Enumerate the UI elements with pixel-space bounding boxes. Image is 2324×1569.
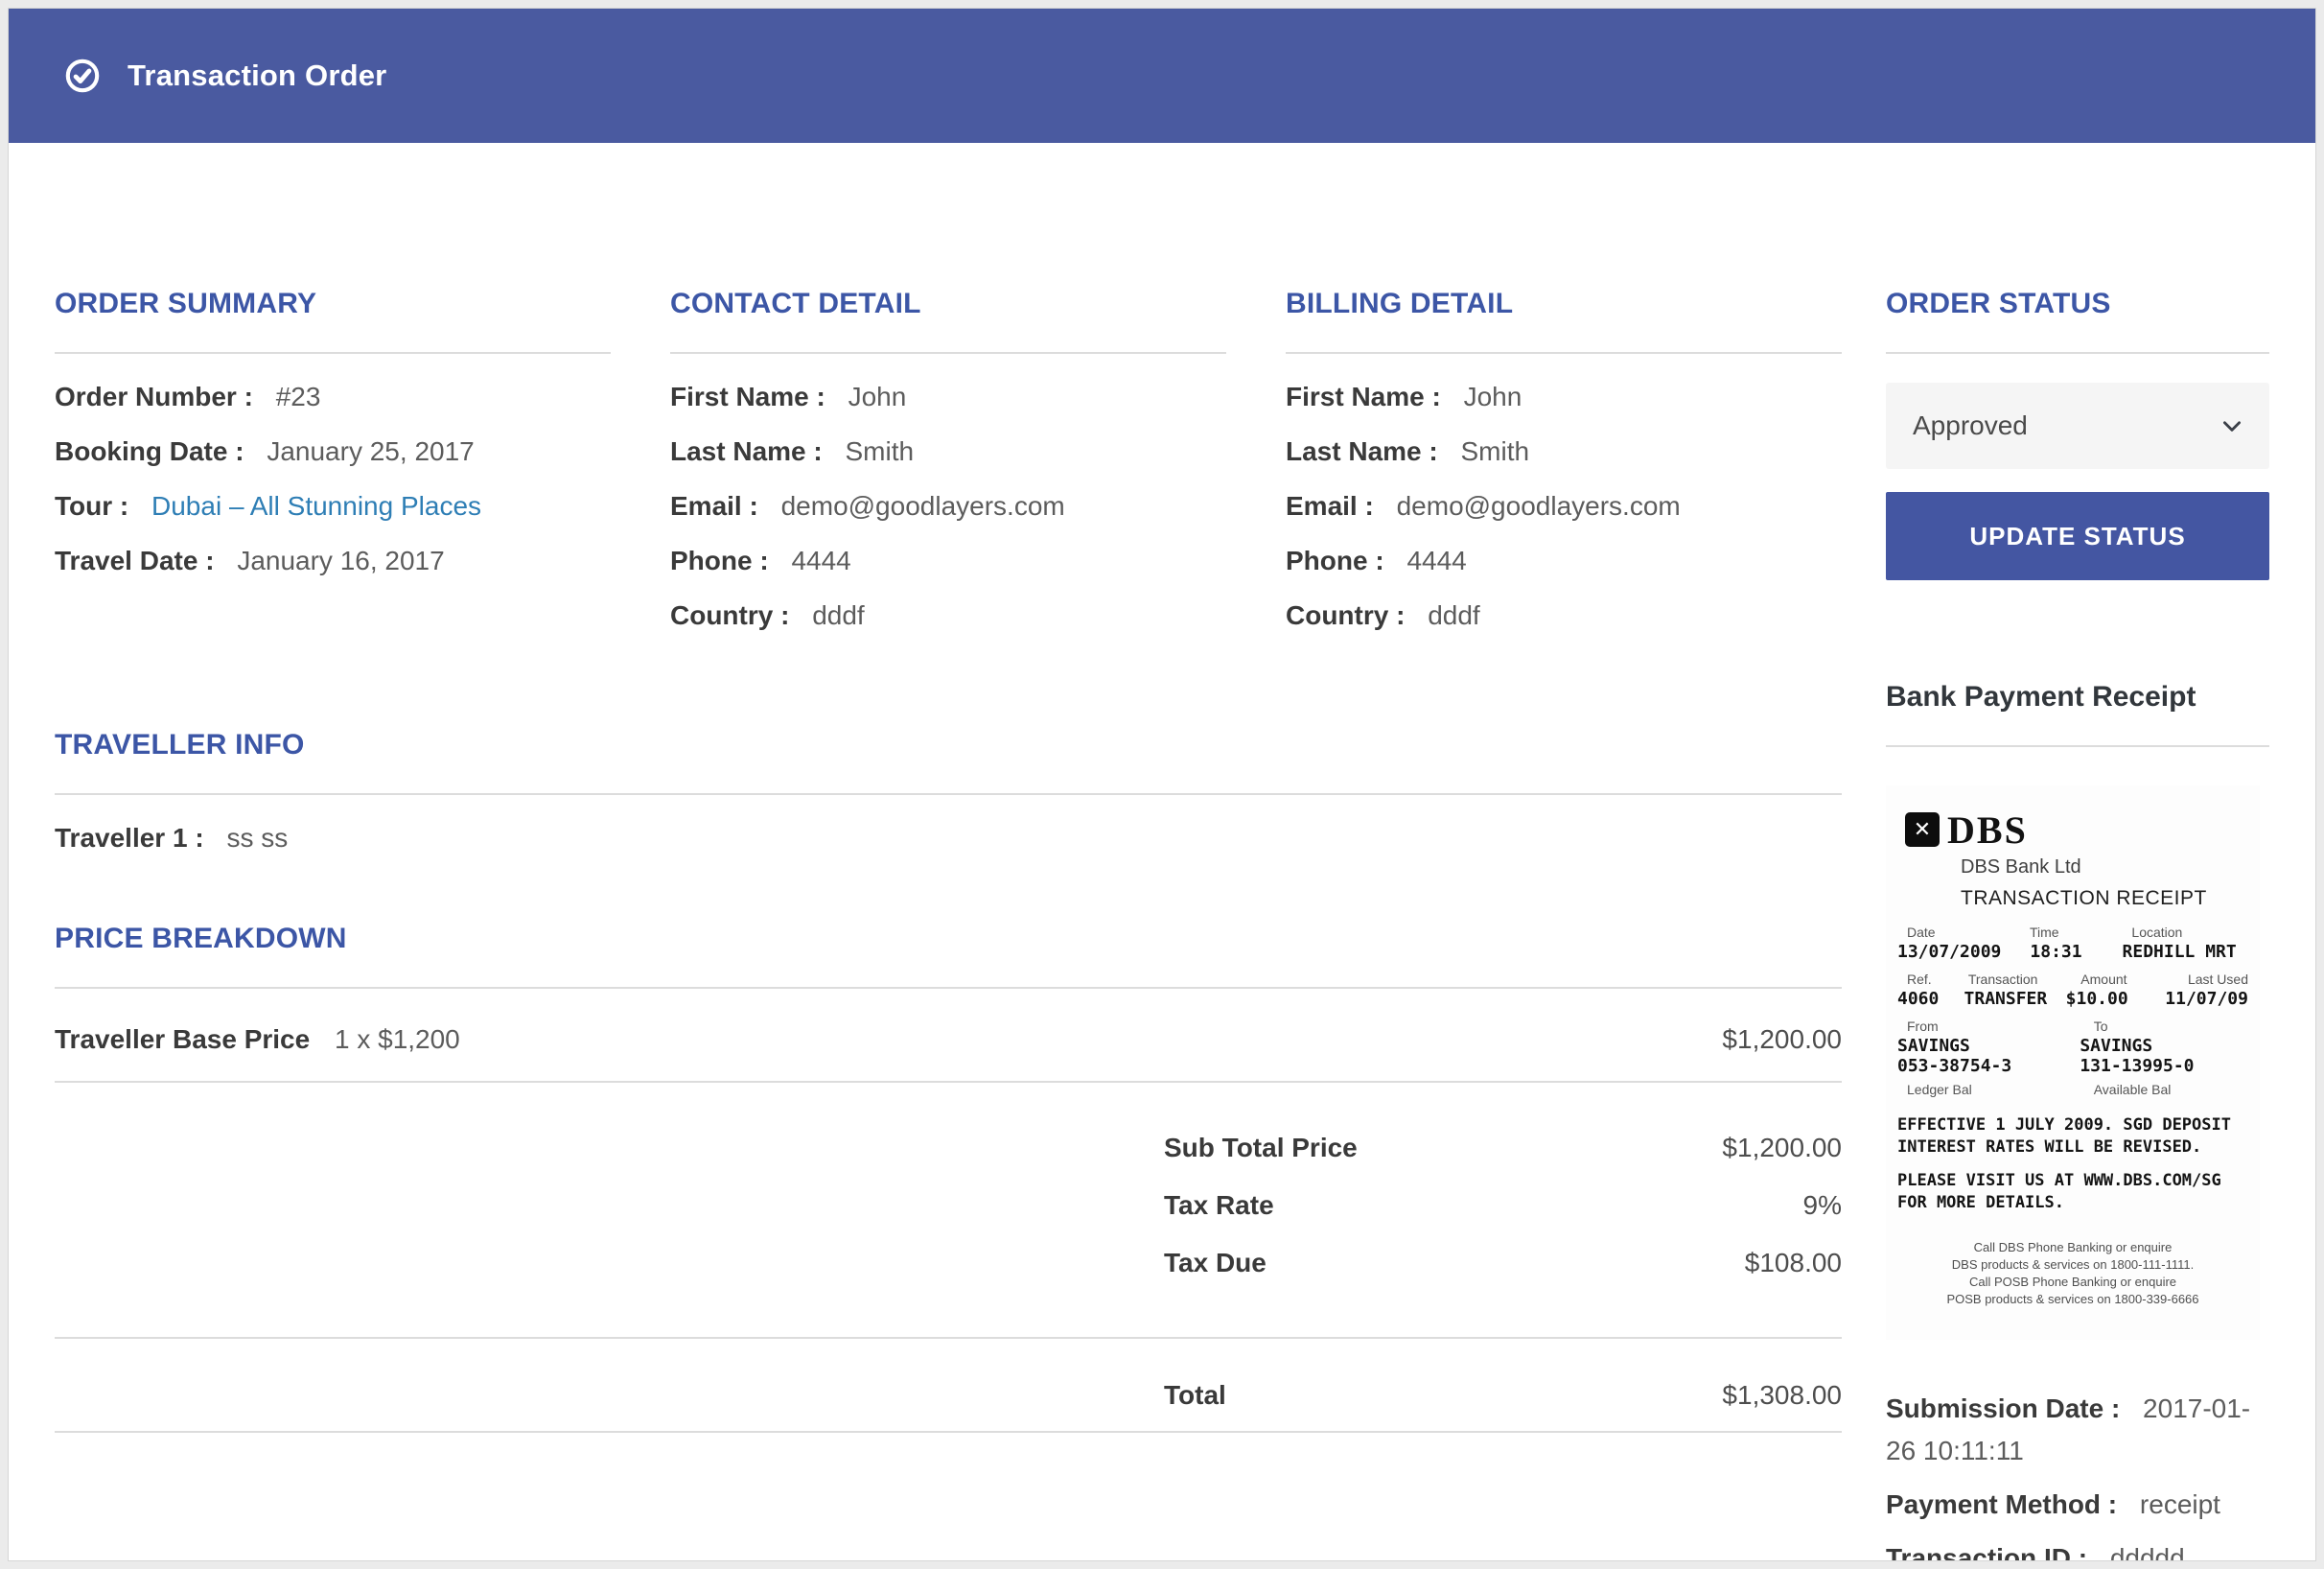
phone-row: Phone : 4444 <box>670 547 1226 601</box>
divider <box>670 352 1226 354</box>
price-summary: Sub Total Price $1,200.00 Tax Rate 9% Ta… <box>55 1134 1842 1306</box>
divider <box>1286 352 1842 354</box>
contact-detail-section: CONTACT DETAIL First Name : John Last Na… <box>670 289 1226 730</box>
tour-row: Tour : Dubai – All Stunning Places <box>55 492 611 547</box>
booking-date-row: Booking Date : January 25, 2017 <box>55 437 611 492</box>
email-row: Email : demo@goodlayers.com <box>1286 492 1842 547</box>
transaction-order-panel: Transaction Order ORDER SUMMARY Order Nu… <box>8 8 2316 1561</box>
bank-receipt-title: Bank Payment Receipt <box>1886 682 2269 713</box>
bank-name: DBS Bank Ltd <box>1961 856 2260 878</box>
travel-date-row: Travel Date : January 16, 2017 <box>55 547 611 601</box>
sidebar: ORDER STATUS Approved UPDATE STATUS Bank… <box>1886 289 2269 1561</box>
price-breakdown-title: PRICE BREAKDOWN <box>55 924 1842 954</box>
update-status-button[interactable]: UPDATE STATUS <box>1886 492 2269 580</box>
traveller-info-title: TRAVELLER INFO <box>55 730 1842 761</box>
check-circle-icon <box>64 58 101 94</box>
dbs-brand-row: ✕ DBS <box>1886 785 2260 851</box>
line-item-amount: $1,200.00 <box>1722 1025 1842 1054</box>
order-status-select[interactable]: Approved <box>1886 383 2269 469</box>
contact-detail-title: CONTACT DETAIL <box>670 289 1226 319</box>
bank-receipt-image: ✕ DBS DBS Bank Ltd TRANSACTION RECEIPT D… <box>1886 785 2260 1340</box>
receipt-values-row-1: 13/07/2009 18:31 REDHILL MRT <box>1886 942 2260 962</box>
receipt-from-to-labels: From To <box>1886 1019 2260 1034</box>
last-name-row: Last Name : Smith <box>670 437 1226 492</box>
divider <box>55 1337 1842 1339</box>
page-title: Transaction Order <box>128 59 386 92</box>
price-line-item: Traveller Base Price 1 x $1,200 $1,200.0… <box>55 989 1842 1081</box>
main-column: ORDER SUMMARY Order Number : #23 Booking… <box>55 289 1842 1561</box>
traveller-rows: Traveller 1 : ss ss <box>55 824 1842 878</box>
receipt-notice-2: PLEASE VISIT US AT WWW.DBS.COM/SG FOR MO… <box>1897 1170 2248 1214</box>
order-summary-title: ORDER SUMMARY <box>55 289 611 319</box>
total-row: Total $1,308.00 <box>55 1381 1842 1431</box>
receipt-labels-row-2: Ref. Transaction Amount Last Used <box>1886 972 2260 987</box>
subtotal-row: Sub Total Price $1,200.00 <box>55 1134 1842 1191</box>
top-columns: ORDER SUMMARY Order Number : #23 Booking… <box>55 289 1842 730</box>
billing-detail-section: BILLING DETAIL First Name : John Last Na… <box>1286 289 1842 730</box>
price-breakdown-section: PRICE BREAKDOWN Traveller Base Price 1 x… <box>55 924 1842 1433</box>
order-number-row: Order Number : #23 <box>55 383 611 437</box>
receipt-account-type-row: SAVINGS SAVINGS <box>1886 1036 2260 1056</box>
payment-method-row: Payment Method : receipt <box>1886 1484 2269 1526</box>
order-summary-rows: Order Number : #23 Booking Date : Januar… <box>55 383 611 601</box>
receipt-footer: Call DBS Phone Banking or enquire DBS pr… <box>1886 1239 2260 1308</box>
receipt-doc-title: TRANSACTION RECEIPT <box>1961 887 2260 910</box>
divider <box>55 352 611 354</box>
email-row: Email : demo@goodlayers.com <box>670 492 1226 547</box>
receipt-values-row-2: 4060 TRANSFER $10.00 11/07/09 <box>1886 989 2260 1009</box>
page-header: Transaction Order <box>9 9 2315 143</box>
contact-detail-rows: First Name : John Last Name : Smith Emai… <box>670 383 1226 656</box>
content-area: ORDER SUMMARY Order Number : #23 Booking… <box>9 143 2315 1561</box>
divider <box>55 1431 1842 1433</box>
tax-rate-row: Tax Rate 9% <box>55 1191 1842 1249</box>
divider <box>1886 745 2269 747</box>
divider <box>55 793 1842 795</box>
receipt-labels-row-1: Date Time Location <box>1886 925 2260 940</box>
divider <box>1886 352 2269 354</box>
order-status-section: ORDER STATUS Approved UPDATE STATUS <box>1886 289 2269 580</box>
order-status-title: ORDER STATUS <box>1886 289 2269 319</box>
first-name-row: First Name : John <box>1286 383 1842 437</box>
order-status-selected-value: Approved <box>1913 410 2028 441</box>
submission-date-row: Submission Date : 2017-01-26 10:11:11 <box>1886 1388 2269 1472</box>
country-row: Country : dddf <box>670 601 1226 656</box>
receipt-account-number-row: 053-38754-3 131-13995-0 <box>1886 1056 2260 1076</box>
receipt-notice-1: EFFECTIVE 1 JULY 2009. SGD DEPOSIT INTER… <box>1897 1114 2248 1159</box>
tax-due-row: Tax Due $108.00 <box>55 1249 1842 1306</box>
traveller-row: Traveller 1 : ss ss <box>55 824 1842 878</box>
dbs-logo-icon: ✕ <box>1905 812 1940 847</box>
line-item-label: Traveller Base Price <box>55 1024 310 1054</box>
billing-detail-rows: First Name : John Last Name : Smith Emai… <box>1286 383 1842 656</box>
last-name-row: Last Name : Smith <box>1286 437 1842 492</box>
chevron-down-icon <box>2219 413 2244 438</box>
traveller-info-section: TRAVELLER INFO Traveller 1 : ss ss <box>55 730 1842 878</box>
order-summary-section: ORDER SUMMARY Order Number : #23 Booking… <box>55 289 611 730</box>
transaction-id-row: Transaction ID : ddddd <box>1886 1537 2269 1561</box>
divider <box>55 1081 1842 1083</box>
phone-row: Phone : 4444 <box>1286 547 1842 601</box>
billing-detail-title: BILLING DETAIL <box>1286 289 1842 319</box>
first-name-row: First Name : John <box>670 383 1226 437</box>
receipt-balance-labels: Ledger Bal Available Bal <box>1886 1082 2260 1097</box>
country-row: Country : dddf <box>1286 601 1842 656</box>
line-item-detail: 1 x $1,200 <box>335 1024 460 1054</box>
tour-link[interactable]: Dubai – All Stunning Places <box>151 491 481 521</box>
dbs-brand-name: DBS <box>1947 808 2028 853</box>
payment-meta: Submission Date : 2017-01-26 10:11:11 Pa… <box>1886 1388 2269 1561</box>
bank-payment-receipt-section: Bank Payment Receipt ✕ DBS DBS Bank Ltd … <box>1886 682 2269 1561</box>
